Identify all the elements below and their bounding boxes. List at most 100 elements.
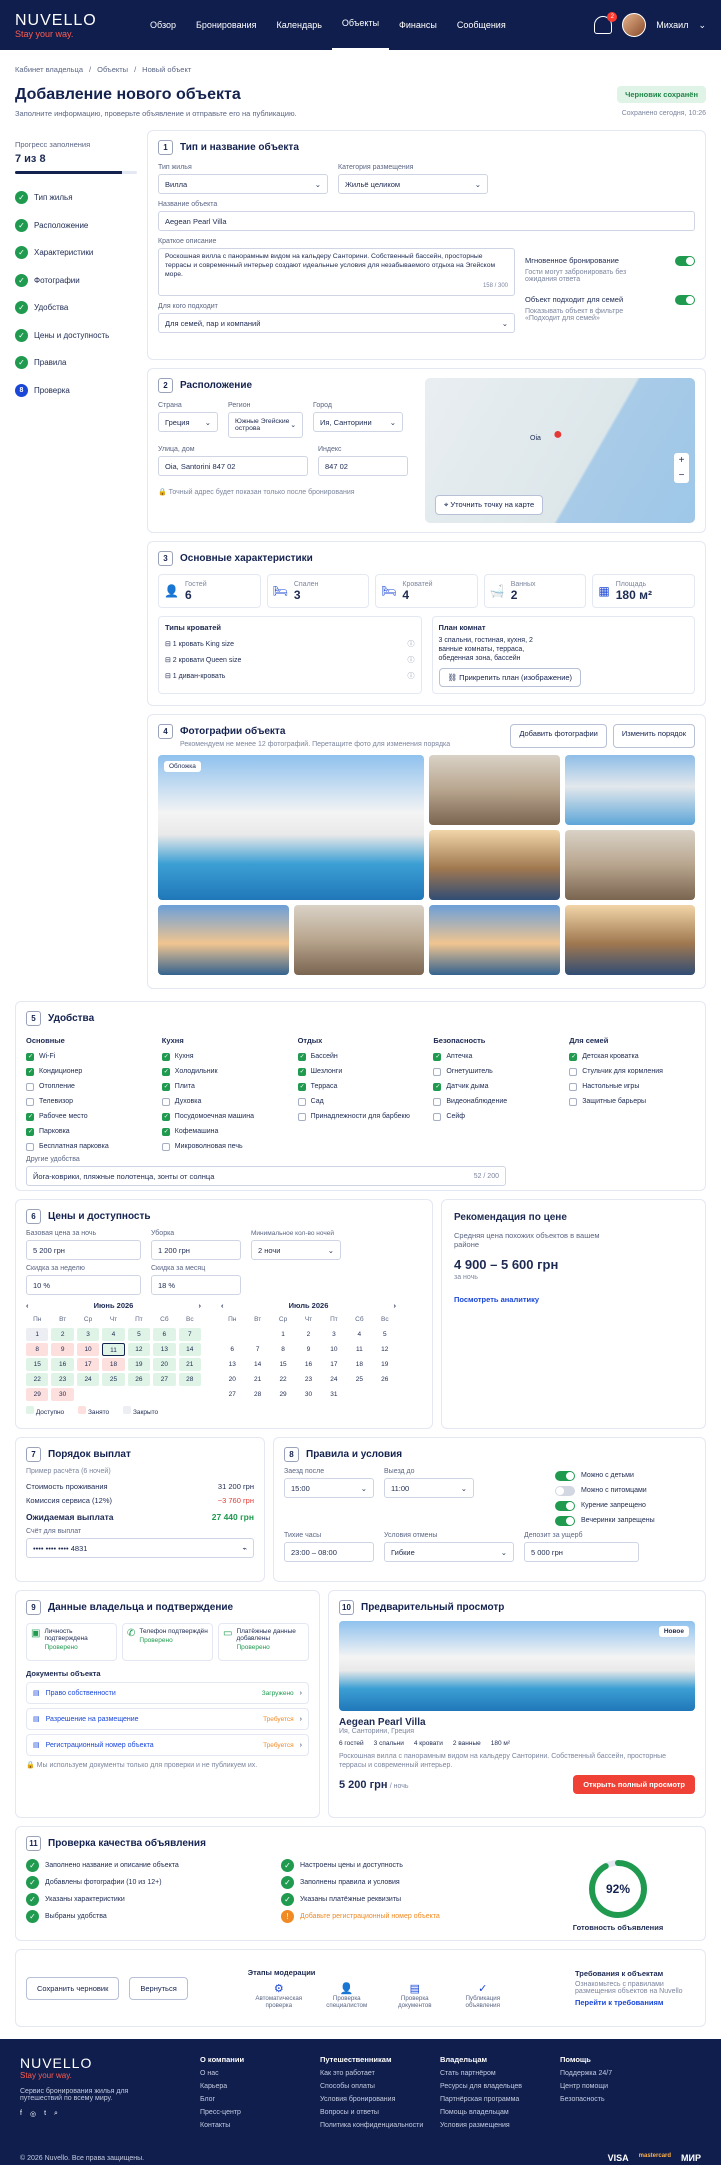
amenity-checkbox[interactable]: Кондиционер <box>26 1064 152 1079</box>
calendar-day[interactable]: 19 <box>127 1358 151 1371</box>
user-name[interactable]: Михаил <box>656 20 688 30</box>
calendar-day[interactable]: 15 <box>272 1358 294 1371</box>
footer-link[interactable]: Контакты <box>200 2122 320 2135</box>
footer-link[interactable]: Условия бронирования <box>320 2096 440 2109</box>
instagram-icon[interactable]: ◎ <box>30 2110 36 2118</box>
amenity-checkbox[interactable]: Видеонаблюдение <box>433 1094 559 1109</box>
footer-link[interactable]: Как это работает <box>320 2070 440 2083</box>
amenity-checkbox[interactable]: Огнетушитель <box>433 1064 559 1079</box>
requirements-link[interactable]: Перейти к требованиям <box>575 1998 695 2007</box>
progress-step[interactable]: ✓ Расположение <box>15 212 137 240</box>
calendar-day[interactable]: 2 <box>51 1328 74 1341</box>
calendar-day[interactable]: 14 <box>178 1343 201 1356</box>
nav-item[interactable]: Сообщения <box>447 0 516 50</box>
description-textarea[interactable]: Роскошная вилла с панорамным видом на ка… <box>158 248 515 296</box>
calendar-day[interactable]: 22 <box>272 1373 294 1386</box>
calendar-day[interactable]: 4 <box>102 1328 125 1341</box>
calendar-day[interactable]: 20 <box>221 1373 243 1386</box>
rule-toggle[interactable]: Можно с питомцами <box>555 1483 695 1498</box>
calendar-day[interactable]: 11 <box>348 1343 370 1356</box>
instant-booking-toggle[interactable] <box>675 256 695 266</box>
toggle-switch[interactable] <box>555 1485 575 1496</box>
amenity-checkbox[interactable]: Микроволновая печь <box>161 1139 288 1154</box>
calendar-day[interactable]: 10 <box>323 1343 345 1356</box>
property-photo[interactable] <box>293 905 424 975</box>
search-icon[interactable]: ⌕ <box>54 2110 58 2118</box>
amenity-checkbox[interactable]: Защитные барьеры <box>569 1094 695 1109</box>
amenity-checkbox[interactable]: Датчик дыма <box>433 1079 559 1094</box>
rule-toggle[interactable]: Курение запрещено <box>555 1498 695 1513</box>
amenity-checkbox[interactable]: Терраса <box>297 1079 424 1094</box>
twitter-icon[interactable]: t <box>44 2110 46 2118</box>
deposit-input[interactable]: 5 000 грн <box>524 1542 639 1562</box>
refine-map-button[interactable]: ⌖ Уточнить точку на карте <box>435 495 544 515</box>
document-row[interactable]: ▤ Регистрационный номер объекта Требуется › <box>26 1734 309 1756</box>
zoom-out-icon[interactable]: − <box>674 468 689 483</box>
calendar-day[interactable]: 11 <box>102 1343 125 1356</box>
checkout-select[interactable]: 11:00 ⌄ <box>384 1478 474 1498</box>
amenity-checkbox[interactable]: Кухня <box>161 1049 288 1064</box>
calendar-day[interactable]: 28 <box>246 1388 268 1401</box>
facebook-icon[interactable]: f <box>20 2110 22 2118</box>
calendar-day[interactable]: 24 <box>323 1373 345 1386</box>
nav-item[interactable]: Обзор <box>140 0 186 50</box>
calendar-day[interactable]: 16 <box>51 1358 74 1371</box>
property-photo[interactable] <box>429 830 560 900</box>
footer-link[interactable]: Способы оплаты <box>320 2083 440 2096</box>
stat-box[interactable]: 🛏 Спален 3 <box>266 574 370 608</box>
calendar-day[interactable]: 30 <box>51 1388 74 1401</box>
calendar-day[interactable]: 3 <box>323 1328 345 1341</box>
amenity-checkbox[interactable]: Сейф <box>433 1109 559 1124</box>
amenity-checkbox[interactable]: Плита <box>161 1079 288 1094</box>
chevron-down-icon[interactable]: ⌄ <box>698 20 706 31</box>
rule-toggle[interactable]: Вечеринки запрещены <box>555 1513 695 1528</box>
property-type-select[interactable]: Вилла ⌄ <box>158 174 328 194</box>
calendar-day[interactable]: 18 <box>102 1358 125 1371</box>
calendar-day[interactable]: 4 <box>348 1328 370 1341</box>
footer-link[interactable]: Поддержка 24/7 <box>560 2070 680 2083</box>
calendar-day[interactable]: 15 <box>26 1358 49 1371</box>
zip-input[interactable]: 847 02 <box>318 456 408 476</box>
calendar-day[interactable]: 21 <box>246 1373 268 1386</box>
amenity-checkbox[interactable]: Wi-Fi <box>26 1049 152 1064</box>
calendar-day[interactable]: 5 <box>374 1328 396 1341</box>
info-icon[interactable]: ⓘ <box>408 655 415 665</box>
avatar[interactable] <box>622 13 647 37</box>
footer-link[interactable]: Безопасность <box>560 2096 680 2109</box>
property-photo[interactable] <box>429 905 560 975</box>
property-photo[interactable] <box>564 830 695 900</box>
calendar-day[interactable]: 16 <box>297 1358 319 1371</box>
footer-link[interactable]: Ресурсы для владельцев <box>440 2083 560 2096</box>
property-photo[interactable] <box>429 755 560 825</box>
footer-link[interactable]: Помощь владельцам <box>440 2109 560 2122</box>
toggle-switch[interactable] <box>555 1470 575 1481</box>
calendar-day[interactable]: 26 <box>127 1373 151 1386</box>
nav-item[interactable]: Финансы <box>389 0 447 50</box>
amenity-checkbox[interactable]: Посудомоечная машина <box>161 1109 288 1124</box>
stat-box[interactable]: 🛏 Кроватей 4 <box>375 574 478 608</box>
calendar-day[interactable]: 6 <box>221 1343 243 1356</box>
breadcrumb-item[interactable]: Кабинет владельца <box>15 65 83 74</box>
calendar-day[interactable]: 13 <box>153 1343 176 1356</box>
next-month-icon[interactable]: › <box>199 1301 202 1310</box>
amenity-checkbox[interactable]: Сад <box>297 1094 424 1109</box>
amenity-checkbox[interactable]: Духовка <box>161 1094 288 1109</box>
prev-month-icon[interactable]: ‹ <box>26 1301 29 1310</box>
calendar-day[interactable]: 5 <box>127 1328 151 1341</box>
cleaning-fee-input[interactable]: 1 200 грн <box>151 1240 241 1260</box>
footer-link[interactable]: Центр помощи <box>560 2083 680 2096</box>
calendar-day[interactable]: 7 <box>178 1328 201 1341</box>
amenity-checkbox[interactable]: Принадлежности для барбекю <box>297 1109 424 1124</box>
amenity-checkbox[interactable]: Холодильник <box>161 1064 288 1079</box>
calendar-day[interactable]: 1 <box>272 1328 294 1341</box>
amenity-checkbox[interactable]: Телевизор <box>26 1094 152 1109</box>
weekly-discount-input[interactable]: 10 % <box>26 1275 141 1295</box>
stat-box[interactable]: 👤 Гостей 6 <box>158 574 261 608</box>
suitable-for-select[interactable]: Для семей, пар и компаний ⌄ <box>158 313 515 333</box>
footer-logo[interactable]: NUVELLO <box>20 2055 200 2071</box>
progress-step[interactable]: ✓ Правила <box>15 349 137 377</box>
info-icon[interactable]: ⓘ <box>408 671 415 681</box>
min-nights-select[interactable]: 2 ночи ⌄ <box>251 1240 341 1260</box>
checkin-select[interactable]: 15:00 ⌄ <box>284 1478 374 1498</box>
calendar-day[interactable]: 17 <box>323 1358 345 1371</box>
